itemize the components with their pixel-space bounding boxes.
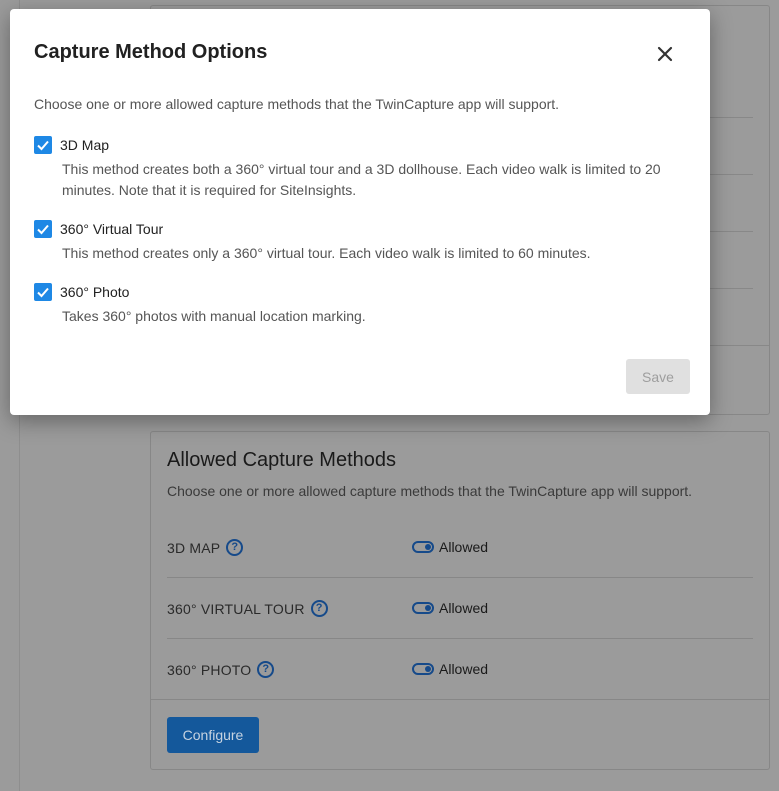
check-icon	[37, 287, 49, 298]
close-icon	[657, 46, 673, 62]
option-label: 3D Map	[60, 137, 110, 153]
dialog-description: Choose one or more allowed capture metho…	[34, 96, 560, 112]
option-label: 360° Virtual Tour	[60, 221, 164, 237]
card-description: Choose one or more allowed capture metho…	[167, 483, 693, 499]
method-status: Allowed	[412, 539, 488, 555]
method-label: 360° VIRTUAL TOUR ?	[167, 600, 328, 617]
option-description: This method creates both a 360° virtual …	[62, 161, 661, 198]
capture-method-options-dialog: Capture Method Options Choose one or mor…	[10, 9, 710, 415]
option-label: 360° Photo	[60, 284, 130, 300]
option-description: This method creates only a 360° virtual …	[62, 245, 591, 261]
help-icon[interactable]: ?	[257, 661, 275, 678]
toggle-icon	[412, 541, 434, 553]
method-row-photo: 360° PHOTO ? Allowed	[151, 639, 769, 700]
checkbox-photo[interactable]	[34, 283, 52, 301]
method-label: 360° PHOTO ?	[167, 661, 275, 678]
toggle-icon	[412, 663, 434, 675]
method-label: 3D MAP ?	[167, 539, 244, 556]
method-row-virtual-tour: 360° VIRTUAL TOUR ? Allowed	[167, 578, 753, 639]
configure-button[interactable]: Configure	[167, 717, 259, 753]
allowed-capture-methods-card: Allowed Capture Methods Choose one or mo…	[150, 431, 770, 770]
checkbox-3d-map[interactable]	[34, 136, 52, 154]
checkbox-virtual-tour[interactable]	[34, 220, 52, 238]
check-icon	[37, 140, 49, 151]
option-photo: 360° Photo Takes 360° photos with manual…	[34, 283, 684, 328]
save-button[interactable]: Save	[626, 359, 690, 394]
toggle-icon	[412, 602, 434, 614]
option-3d-map: 3D Map This method creates both a 360° v…	[34, 136, 684, 200]
option-description: Takes 360° photos with manual location m…	[62, 308, 366, 324]
card-title: Allowed Capture Methods	[167, 449, 397, 471]
method-status: Allowed	[412, 661, 488, 677]
method-row-3d-map: 3D MAP ? Allowed	[167, 517, 753, 578]
method-status: Allowed	[412, 600, 488, 616]
check-icon	[37, 224, 49, 235]
help-icon[interactable]: ?	[226, 539, 244, 556]
dialog-title: Capture Method Options	[34, 41, 268, 63]
help-icon[interactable]: ?	[310, 600, 328, 617]
option-virtual-tour: 360° Virtual Tour This method creates on…	[34, 220, 684, 265]
close-button[interactable]	[650, 39, 680, 69]
